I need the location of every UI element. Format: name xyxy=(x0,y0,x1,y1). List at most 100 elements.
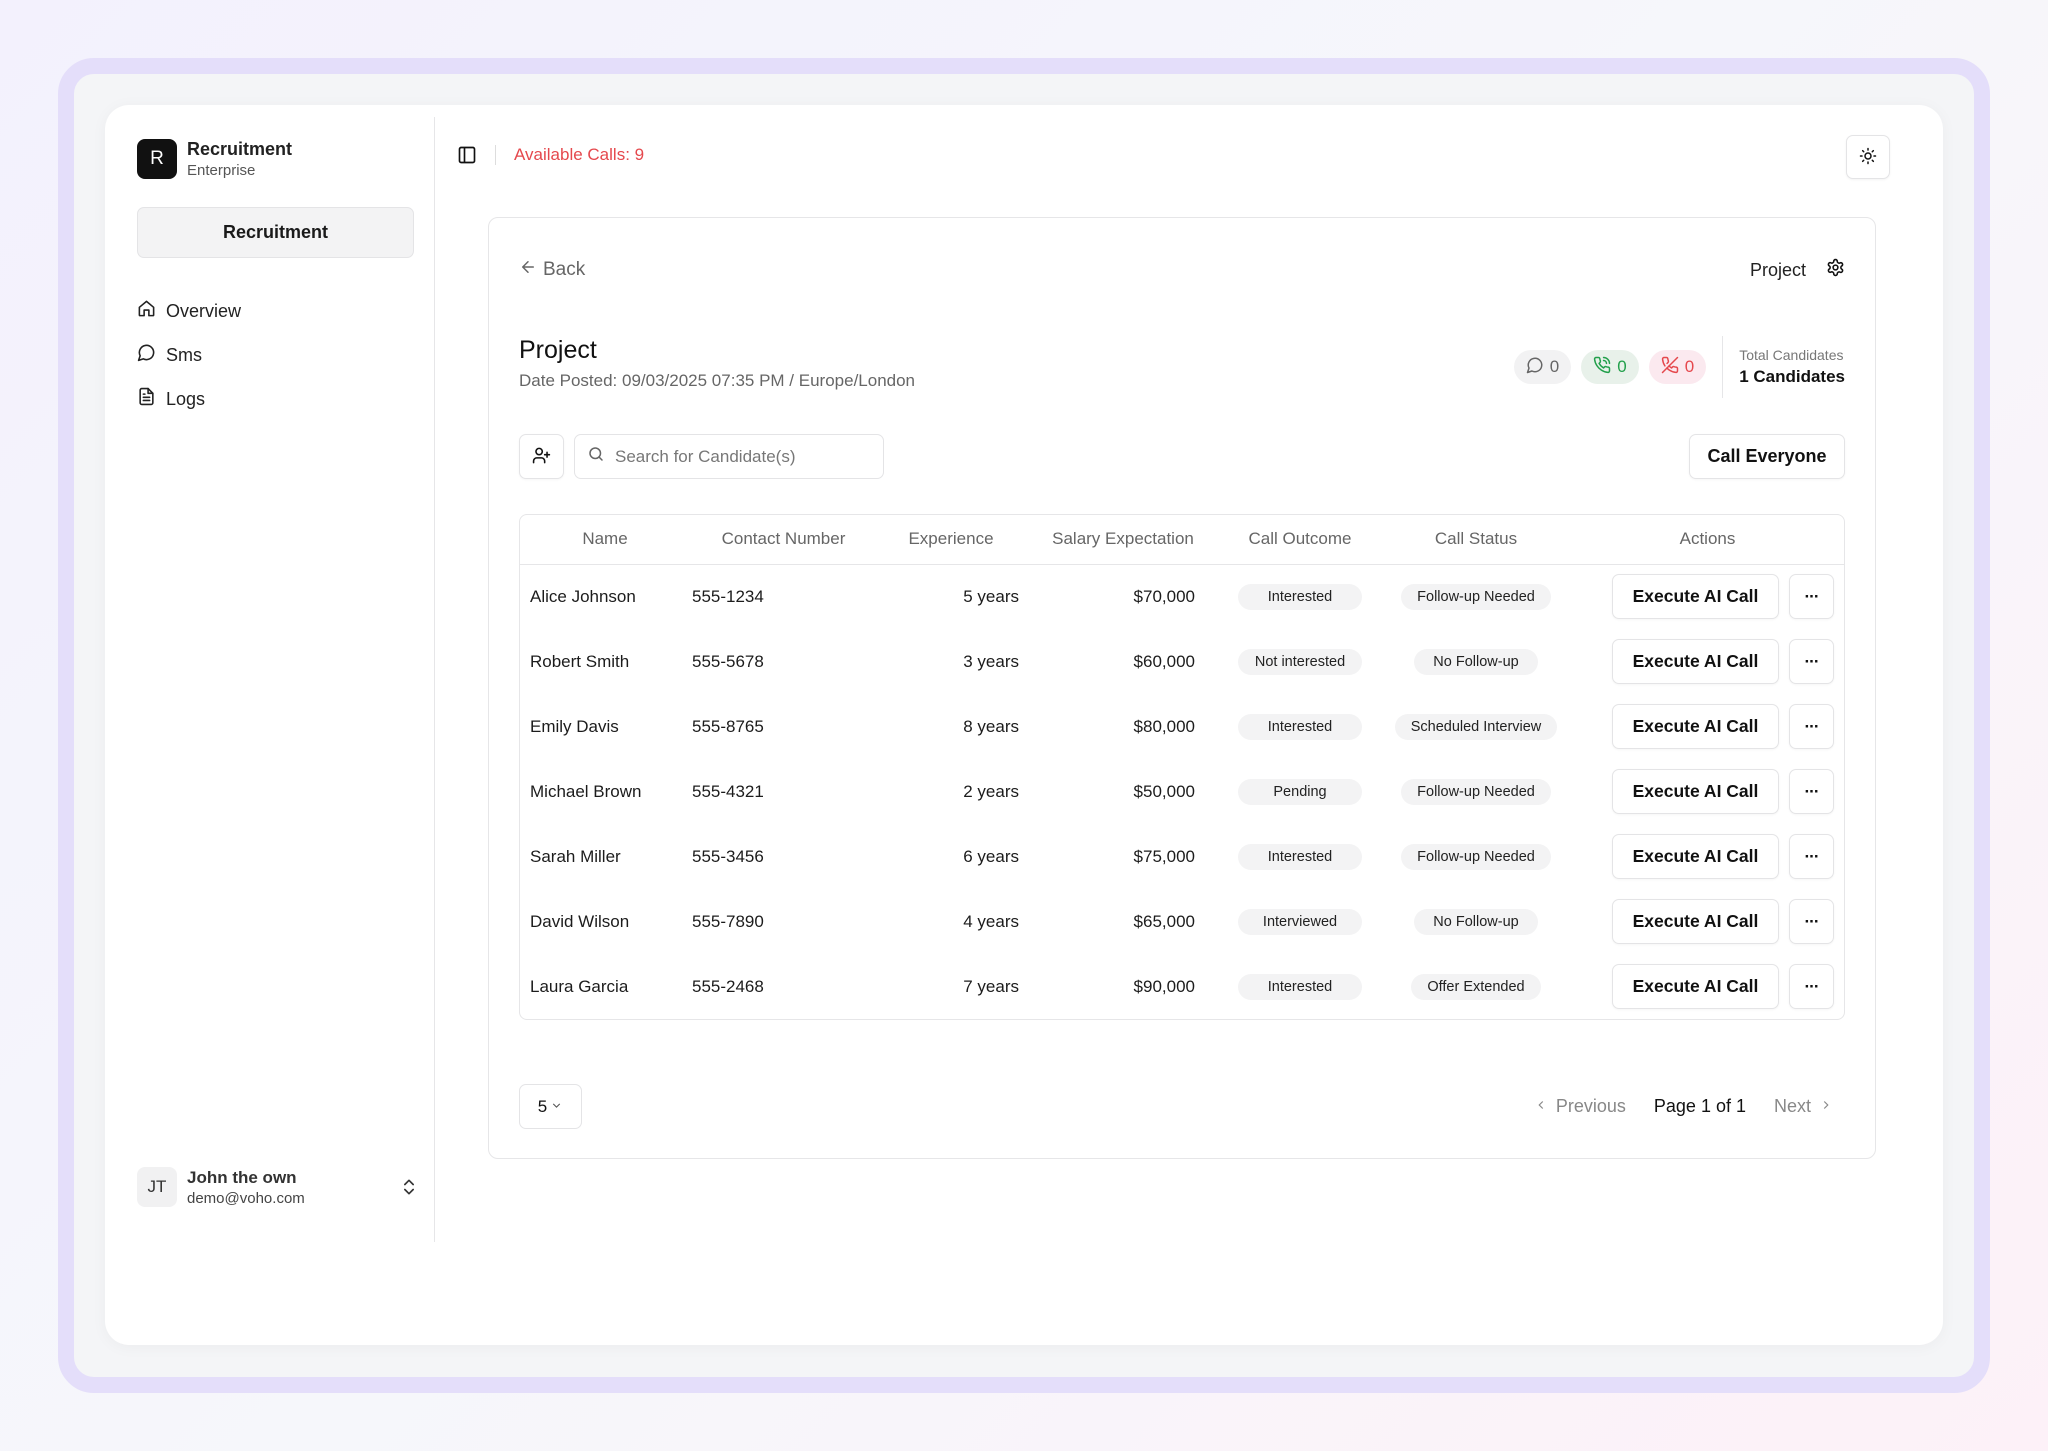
user-menu[interactable]: JT John the own demo@voho.com xyxy=(137,1167,419,1207)
page-size-select[interactable]: 5 xyxy=(519,1084,582,1129)
call-outcome-badge: Interested xyxy=(1238,713,1362,740)
execute-ai-call-button[interactable]: Execute AI Call xyxy=(1612,834,1779,879)
candidate-name: Robert Smith xyxy=(530,651,630,671)
answered-calls-count: 0 xyxy=(1617,357,1627,376)
brand-name: Recruitment xyxy=(187,139,293,159)
table-header-row: Name Contact Number Experience Salary Ex… xyxy=(520,515,1844,564)
salary-expectation: $70,000 xyxy=(1133,586,1195,606)
chevron-down-icon xyxy=(550,1097,563,1117)
call-outcome-badge: Pending xyxy=(1238,778,1362,805)
gear-icon[interactable] xyxy=(1826,258,1845,282)
sidebar-nav: Overview Sms Logs xyxy=(137,289,241,421)
more-actions-button[interactable]: ··· xyxy=(1789,899,1834,944)
pagination: 5 Previous Page 1 of 1 Next xyxy=(519,1084,1845,1129)
candidates-table: Name Contact Number Experience Salary Ex… xyxy=(519,514,1845,1020)
more-actions-button[interactable]: ··· xyxy=(1789,964,1834,1009)
call-status-badge: Scheduled Interview xyxy=(1394,713,1558,740)
sidebar-item-sms[interactable]: Sms xyxy=(137,333,241,377)
table-row: Robert Smith 555-5678 3 years $60,000 No… xyxy=(520,629,1844,694)
search-input[interactable] xyxy=(615,446,865,467)
arrow-left-icon xyxy=(519,258,537,282)
search-field xyxy=(574,434,884,479)
sidebar-item-overview[interactable]: Overview xyxy=(137,289,241,333)
contact-number: 555-4321 xyxy=(692,781,764,801)
call-status-badge: Follow-up Needed xyxy=(1401,778,1551,805)
column-header-name[interactable]: Name xyxy=(520,515,690,564)
call-status-badge: Offer Extended xyxy=(1411,973,1541,1000)
divider xyxy=(1722,336,1724,398)
column-header-experience[interactable]: Experience xyxy=(875,515,1027,564)
table-row: Michael Brown 555-4321 2 years $50,000 P… xyxy=(520,759,1844,824)
column-header-actions: Actions xyxy=(1679,529,1736,549)
contact-number: 555-7890 xyxy=(692,911,764,931)
more-actions-button[interactable]: ··· xyxy=(1789,834,1834,879)
call-outcome-badge: Not interested xyxy=(1238,648,1362,675)
brand[interactable]: R Recruitment Enterprise xyxy=(137,139,292,179)
contact-number: 555-8765 xyxy=(692,716,764,736)
more-actions-button[interactable]: ··· xyxy=(1789,639,1834,684)
candidate-name: Emily Davis xyxy=(530,716,619,736)
contact-number: 555-1234 xyxy=(692,586,764,606)
message-circle-icon xyxy=(1526,356,1544,379)
page-size-value: 5 xyxy=(537,1096,548,1116)
back-label: Back xyxy=(543,259,586,280)
home-icon xyxy=(137,299,156,323)
file-text-icon xyxy=(137,387,156,411)
total-candidates-value: 1 Candidates xyxy=(1739,367,1845,386)
call-outcome-badge: Interested xyxy=(1238,583,1362,610)
sms-count-badge: 0 xyxy=(1513,350,1572,384)
salary-expectation: $65,000 xyxy=(1133,911,1195,931)
theme-toggle-button[interactable] xyxy=(1846,135,1890,179)
project-switch-button[interactable]: Recruitment xyxy=(137,207,414,258)
more-actions-button[interactable]: ··· xyxy=(1789,704,1834,749)
back-button[interactable]: Back xyxy=(519,258,585,282)
search-icon xyxy=(587,445,605,468)
call-everyone-button[interactable]: Call Everyone xyxy=(1689,434,1845,479)
message-circle-icon xyxy=(137,343,156,367)
total-candidates-label: Total Candidates xyxy=(1739,347,1844,363)
project-settings[interactable]: Project xyxy=(1750,258,1845,282)
call-outcome-badge: Interviewed xyxy=(1238,908,1362,935)
salary-expectation: $60,000 xyxy=(1133,651,1195,671)
chevron-right-icon xyxy=(1819,1096,1833,1117)
sidebar: R Recruitment Enterprise Recruitment Ove… xyxy=(105,117,435,1242)
more-actions-button[interactable]: ··· xyxy=(1789,574,1834,620)
next-page-button[interactable]: Next xyxy=(1774,1096,1833,1117)
call-status-badge: Follow-up Needed xyxy=(1401,583,1551,610)
missed-calls-badge: 0 xyxy=(1648,350,1707,384)
execute-ai-call-button[interactable]: Execute AI Call xyxy=(1612,639,1779,684)
column-header-call-outcome[interactable]: Call Outcome xyxy=(1219,515,1381,564)
chevrons-up-down-icon[interactable] xyxy=(399,1177,419,1197)
call-status-badge: No Follow-up xyxy=(1414,648,1538,675)
execute-ai-call-button[interactable]: Execute AI Call xyxy=(1612,574,1779,620)
execute-ai-call-button[interactable]: Execute AI Call xyxy=(1612,769,1779,814)
table-toolbar: Call Everyone xyxy=(519,434,1845,479)
column-header-call-status[interactable]: Call Status xyxy=(1381,515,1571,564)
sidebar-item-logs[interactable]: Logs xyxy=(137,377,241,421)
add-candidate-button[interactable] xyxy=(519,434,564,479)
topbar: Available Calls: 9 xyxy=(457,145,644,165)
column-header-contact[interactable]: Contact Number xyxy=(690,515,875,564)
experience: 8 years xyxy=(963,716,1019,736)
experience: 5 years xyxy=(963,586,1019,606)
execute-ai-call-button[interactable]: Execute AI Call xyxy=(1612,899,1779,944)
table-row: David Wilson 555-7890 4 years $65,000 In… xyxy=(520,889,1844,954)
user-plus-icon xyxy=(532,446,551,468)
salary-expectation: $75,000 xyxy=(1133,846,1195,866)
app-window: R Recruitment Enterprise Recruitment Ove… xyxy=(105,105,1943,1345)
salary-expectation: $90,000 xyxy=(1133,976,1195,996)
missed-calls-count: 0 xyxy=(1684,357,1695,376)
experience: 7 years xyxy=(963,976,1019,996)
contact-number: 555-5678 xyxy=(692,651,764,671)
date-posted: Date Posted: 09/03/2025 07:35 PM / Europ… xyxy=(519,371,916,390)
table-row: Sarah Miller 555-3456 6 years $75,000 In… xyxy=(520,824,1844,889)
more-actions-button[interactable]: ··· xyxy=(1789,769,1834,814)
avatar: JT xyxy=(137,1167,177,1207)
brand-plan: Enterprise xyxy=(187,162,256,179)
column-header-salary[interactable]: Salary Expectation xyxy=(1027,515,1219,564)
execute-ai-call-button[interactable]: Execute AI Call xyxy=(1612,704,1779,749)
sidebar-toggle-icon[interactable] xyxy=(457,145,477,165)
execute-ai-call-button[interactable]: Execute AI Call xyxy=(1612,964,1779,1009)
project-settings-label: Project xyxy=(1749,259,1806,280)
previous-page-button[interactable]: Previous xyxy=(1534,1096,1626,1117)
